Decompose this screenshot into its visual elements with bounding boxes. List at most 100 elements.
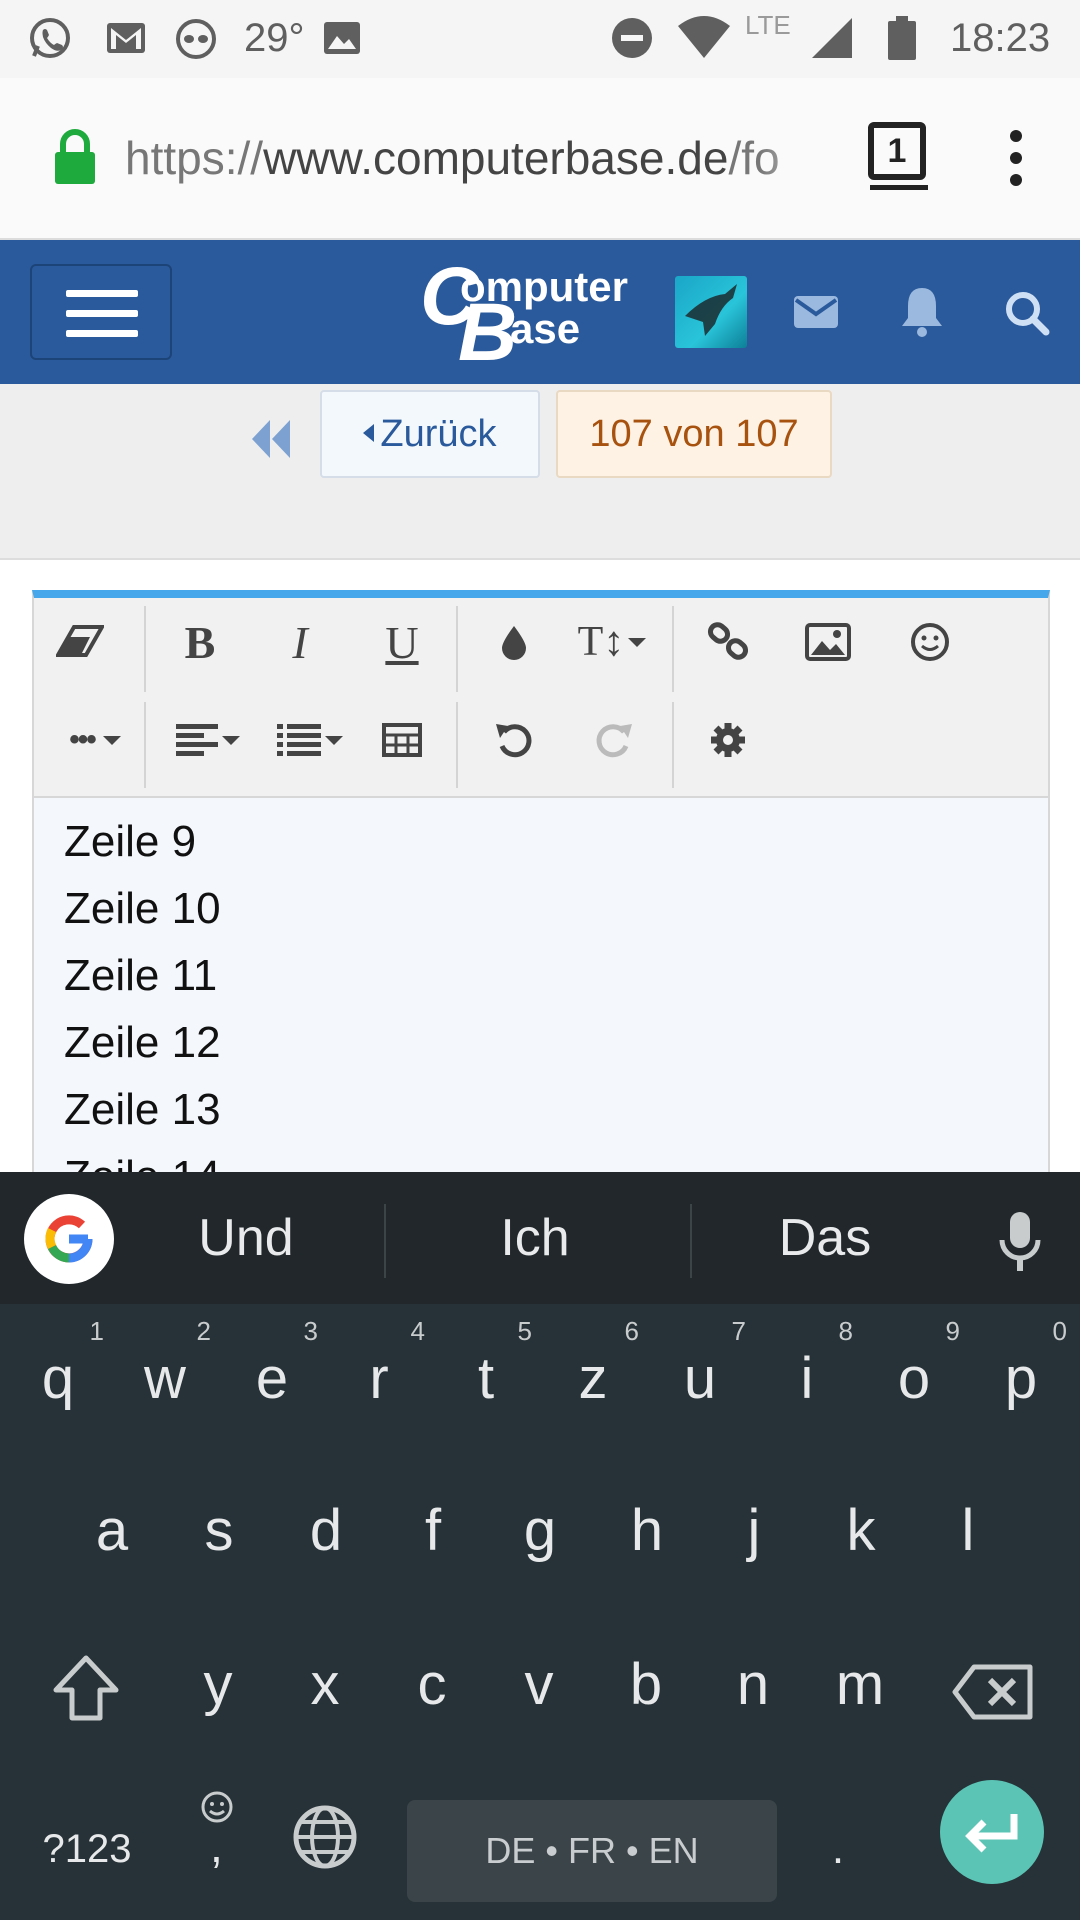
text-line: Zeile 9 [64, 817, 197, 866]
key-label: e [255, 1346, 289, 1411]
globe-icon[interactable] [292, 1804, 358, 1870]
microphone-icon[interactable] [998, 1210, 1042, 1274]
font-size-icon[interactable]: T↕ [564, 602, 660, 682]
key-m[interactable]: m [810, 1650, 910, 1720]
tab-switcher-underline [870, 185, 928, 190]
envelope-icon[interactable] [792, 292, 840, 332]
key-y[interactable]: y [168, 1650, 268, 1720]
toolbar-separator [456, 702, 458, 788]
backspace-icon[interactable] [952, 1664, 1034, 1720]
key-label: i [800, 1346, 814, 1411]
back-label: Zurück [380, 413, 497, 455]
editor-toolbar: B I U T↕ ••• [34, 598, 1048, 798]
menu-button[interactable] [30, 264, 172, 360]
eraser-icon[interactable] [40, 602, 120, 682]
key-o[interactable]: o9 [864, 1316, 964, 1414]
link-icon[interactable] [688, 602, 768, 682]
key-d[interactable]: d [276, 1496, 376, 1566]
suggestion-2[interactable]: Ich [405, 1202, 665, 1274]
computerbase-logo[interactable]: C omputer B ase [420, 252, 660, 378]
key-b[interactable]: b [596, 1650, 696, 1720]
key-label: z [578, 1346, 608, 1411]
overflow-menu-icon[interactable] [998, 128, 1034, 188]
key-q[interactable]: q1 [8, 1316, 108, 1414]
toolbar-separator [672, 606, 674, 692]
enter-arrow-icon [965, 1814, 1018, 1853]
key-hint: 5 [517, 1316, 532, 1346]
key-hint: 8 [838, 1316, 853, 1346]
key-r[interactable]: r4 [329, 1316, 429, 1414]
key-hint: 4 [410, 1316, 425, 1346]
key-hint: 0 [1052, 1316, 1067, 1346]
shift-icon[interactable] [52, 1654, 120, 1722]
bell-icon[interactable] [898, 284, 946, 338]
key-label: w [144, 1346, 186, 1411]
temperature-text: 29° [244, 16, 305, 60]
status-bar: 29° LTE 18:23 [0, 0, 1080, 78]
space-key[interactable]: DE • FR • EN [407, 1800, 777, 1902]
battery-icon [888, 16, 916, 60]
hamburger-icon-bar [66, 290, 138, 297]
key-z[interactable]: z6 [543, 1316, 643, 1414]
editor-content[interactable]: Zeile 9 Zeile 10 Zeile 11 Zeile 12 Zeile… [64, 808, 221, 1210]
key-f[interactable]: f [383, 1496, 483, 1566]
settings-gear-icon[interactable] [688, 700, 768, 780]
key-w[interactable]: w2 [115, 1316, 215, 1414]
text-color-icon[interactable] [474, 602, 554, 682]
italic-icon[interactable]: I [260, 602, 340, 682]
key-x[interactable]: x [275, 1650, 375, 1720]
symbols-key[interactable]: ?123 [22, 1814, 152, 1884]
key-label: u [683, 1346, 717, 1411]
key-j[interactable]: j [704, 1496, 804, 1566]
hamburger-icon-bar [66, 330, 138, 337]
back-button[interactable]: Zurück [320, 390, 540, 478]
more-options-icon[interactable]: ••• [50, 700, 140, 780]
key-g[interactable]: g [490, 1496, 590, 1566]
logo-word-2: ase [510, 305, 581, 352]
key-c[interactable]: c [382, 1650, 482, 1720]
tab-switcher-button[interactable]: 1 [868, 122, 926, 180]
redo-icon[interactable] [574, 700, 654, 780]
tab-count: 1 [887, 132, 907, 170]
first-page-icon[interactable] [248, 414, 296, 464]
text-line: Zeile 10 [64, 884, 221, 933]
insert-image-icon[interactable] [788, 602, 868, 682]
key-e[interactable]: e3 [222, 1316, 322, 1414]
thread-pagination: Zurück 107 von 107 [0, 384, 1080, 560]
key-k[interactable]: k [811, 1496, 911, 1566]
key-n[interactable]: n [703, 1650, 803, 1720]
enter-key[interactable] [940, 1780, 1044, 1884]
smiley-icon[interactable] [890, 602, 970, 682]
period-key[interactable]: . [808, 1814, 868, 1884]
clock-text: 18:23 [950, 16, 1051, 60]
underline-icon[interactable]: U [362, 602, 442, 682]
bold-icon[interactable]: B [160, 602, 240, 682]
gmail-icon [107, 23, 145, 53]
user-avatar[interactable] [675, 276, 747, 348]
url-field[interactable]: https://www.computerbase.de/fo [125, 130, 835, 186]
google-icon[interactable] [24, 1194, 114, 1284]
key-v[interactable]: v [489, 1650, 589, 1720]
list-icon[interactable] [262, 700, 358, 780]
caret-left-icon [363, 423, 375, 442]
key-h[interactable]: h [597, 1496, 697, 1566]
search-icon[interactable] [1004, 290, 1050, 336]
table-icon[interactable] [362, 700, 442, 780]
align-icon[interactable] [160, 700, 256, 780]
hamburger-icon-bar [66, 310, 138, 317]
key-hint: 3 [303, 1316, 318, 1346]
page-indicator[interactable]: 107 von 107 [556, 390, 832, 478]
key-s[interactable]: s [169, 1496, 269, 1566]
key-i[interactable]: i8 [757, 1316, 857, 1414]
suggestion-3[interactable]: Das [695, 1202, 955, 1274]
comma-emoji-key[interactable]: , [196, 1788, 242, 1880]
key-u[interactable]: u7 [650, 1316, 750, 1414]
key-l[interactable]: l [918, 1496, 1018, 1566]
key-hint: 1 [89, 1316, 104, 1346]
key-t[interactable]: t5 [436, 1316, 536, 1414]
undo-icon[interactable] [474, 700, 554, 780]
key-p[interactable]: p0 [971, 1316, 1071, 1414]
suggestion-1[interactable]: Und [116, 1202, 376, 1274]
browser-toolbar: https://www.computerbase.de/fo 1 [0, 78, 1080, 240]
key-a[interactable]: a [62, 1496, 162, 1566]
